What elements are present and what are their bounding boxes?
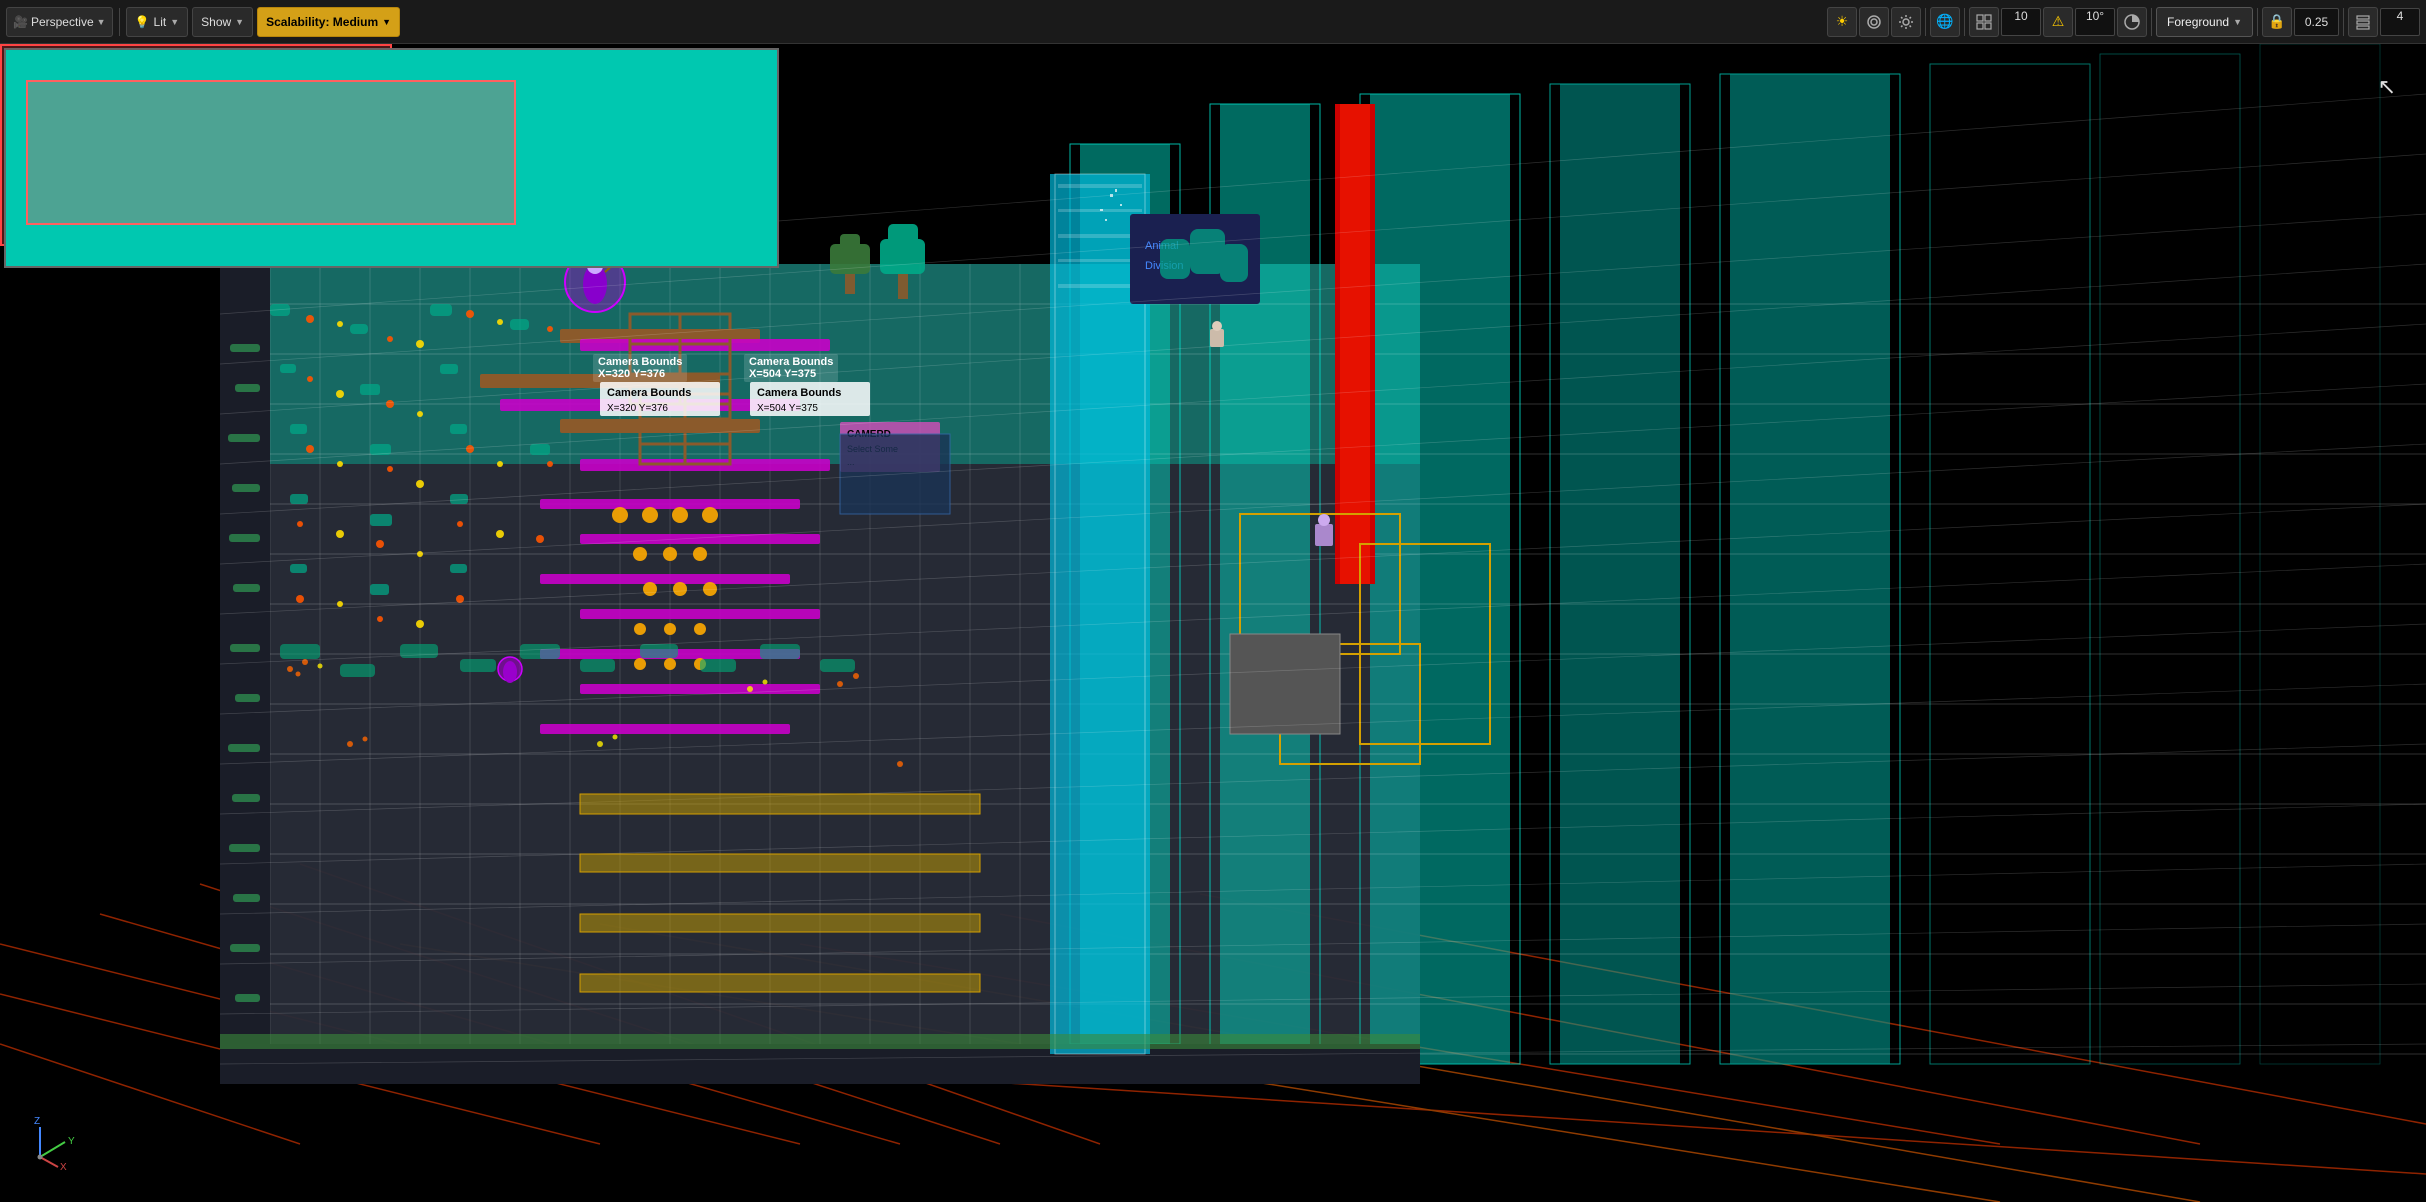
separator-6 (2343, 8, 2344, 36)
separator-3 (1964, 8, 1965, 36)
globe-btn[interactable]: 🌐 (1930, 7, 1960, 37)
chevron-down-scalability: ▼ (382, 17, 391, 27)
viewport: Animal Division Camera Bounds X=320 Y=37… (0, 44, 2426, 1202)
foreground-label: Foreground (2167, 15, 2229, 29)
toolbar-right-icons: ☀ 🌐 10 ⚠ 10° Foreground ▼ (1827, 7, 2420, 37)
separator-4 (2151, 8, 2152, 36)
lit-button[interactable]: 💡 Lit ▼ (126, 7, 189, 37)
layer-number-value[interactable]: 4 (2380, 8, 2420, 36)
layers-icon-btn[interactable] (2348, 7, 2378, 37)
grid-btn[interactable] (1969, 7, 1999, 37)
separator-2 (1925, 8, 1926, 36)
opacity-value-input[interactable] (2294, 8, 2339, 36)
camera-bounds-label-1: Camera Bounds X=320 Y=376 (593, 354, 687, 382)
foreground-button[interactable]: Foreground ▼ (2156, 7, 2253, 37)
chevron-down-fg: ▼ (2233, 17, 2242, 27)
svg-text:X=320 Y=376: X=320 Y=376 (607, 403, 668, 414)
chevron-down-show: ▼ (235, 17, 244, 27)
perspective-icon: 🎥 (13, 15, 28, 29)
angle-snap-value[interactable]: 10° (2075, 8, 2115, 36)
separator-5 (2257, 8, 2258, 36)
svg-text:Y: Y (68, 1136, 75, 1147)
atmosphere-btn[interactable] (1859, 7, 1889, 37)
axis-indicator: Z Y X (20, 1112, 80, 1172)
scalability-button[interactable]: Scalability: Medium ▼ (257, 7, 400, 37)
svg-text:X=504 Y=375: X=504 Y=375 (757, 403, 818, 414)
mini-viewport (4, 48, 779, 268)
svg-text:Z: Z (34, 1116, 40, 1127)
mini-selection-box (26, 80, 516, 225)
settings-btn[interactable] (1891, 7, 1921, 37)
toolbar: 🎥 Perspective ▼ 💡 Lit ▼ Show ▼ Scalabili… (0, 0, 2426, 44)
cursor-indicator: ↖ (2378, 74, 2396, 100)
svg-text:X: X (60, 1162, 67, 1172)
svg-text:Camera Bounds: Camera Bounds (757, 387, 841, 399)
camera-bounds-label-2: Camera Bounds X=504 Y=375 (744, 354, 838, 382)
show-button[interactable]: Show ▼ (192, 7, 253, 37)
svg-text:Camera Bounds: Camera Bounds (607, 387, 691, 399)
toolbar-perspective-dropdown[interactable]: 🎥 Perspective ▼ (6, 7, 113, 37)
sun-icon-btn[interactable]: ☀ (1827, 7, 1857, 37)
lit-icon: 💡 (135, 15, 150, 29)
grid-snap-value[interactable]: 10 (2001, 8, 2041, 36)
separator-1 (119, 8, 120, 36)
perspective-label: Perspective (31, 15, 94, 29)
warning-icon-btn[interactable]: ⚠ (2043, 7, 2073, 37)
chevron-down-icon: ▼ (97, 17, 106, 27)
chevron-down-lit: ▼ (170, 17, 179, 27)
mode-btn[interactable] (2117, 7, 2147, 37)
lock-icon-btn[interactable]: 🔒 (2262, 7, 2292, 37)
